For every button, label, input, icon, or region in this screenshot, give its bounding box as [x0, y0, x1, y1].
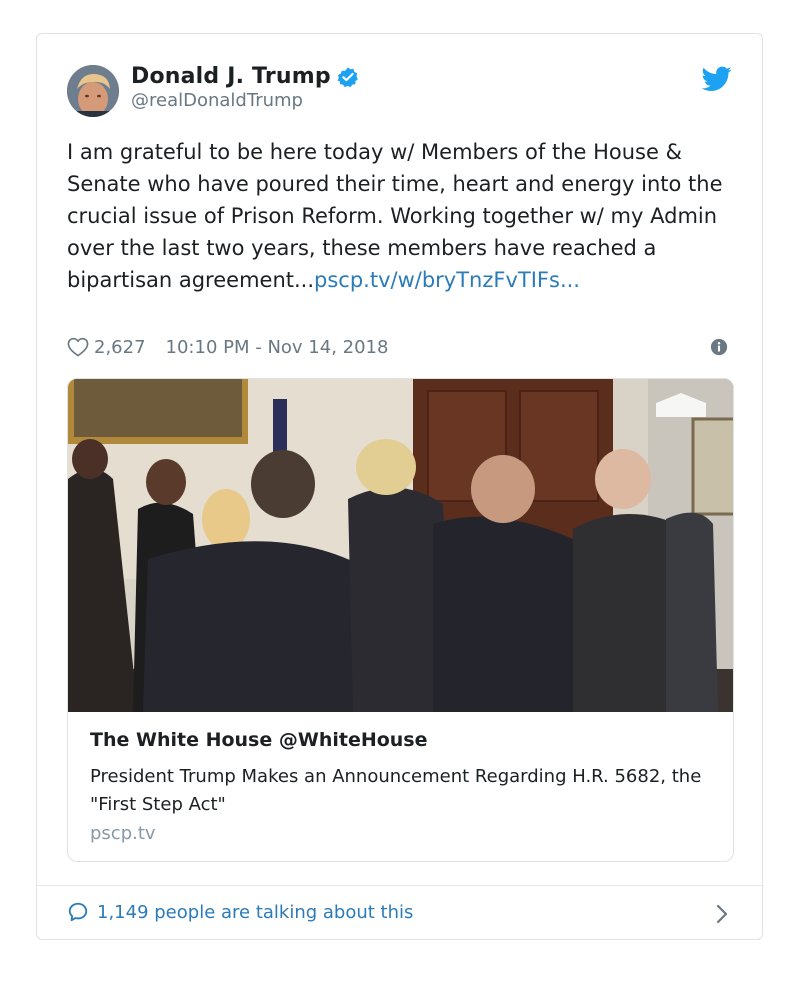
- timestamp[interactable]: 10:10 PM - Nov 14, 2018: [166, 337, 389, 358]
- verified-badge-icon: [337, 66, 358, 87]
- preview-description[interactable]: President Trump Makes an Announcement Re…: [90, 763, 710, 819]
- preview-image[interactable]: [68, 379, 733, 712]
- preview-domain[interactable]: pscp.tv: [90, 823, 156, 844]
- avatar[interactable]: [67, 65, 119, 117]
- embedded-tweet-card: Donald J. Trump @realDonaldTrump I am gr…: [36, 33, 763, 940]
- author-handle[interactable]: @realDonaldTrump: [131, 90, 359, 111]
- info-icon[interactable]: [710, 338, 728, 356]
- like-count[interactable]: 2,627: [94, 337, 146, 358]
- author-block[interactable]: Donald J. Trump @realDonaldTrump: [131, 64, 359, 111]
- tweet-text: I am grateful to be here today w/ Member…: [67, 136, 747, 296]
- conversation-link[interactable]: 1,149 people are talking about this: [67, 901, 413, 923]
- heart-icon[interactable]: [67, 337, 89, 357]
- author-name[interactable]: Donald J. Trump: [131, 64, 331, 89]
- link-preview-card[interactable]: The White House @WhiteHouse President Tr…: [67, 378, 734, 862]
- preview-author-line[interactable]: The White House @WhiteHouse: [90, 729, 428, 751]
- chevron-right-icon[interactable]: [716, 904, 728, 924]
- tweet-header: Donald J. Trump @realDonaldTrump: [67, 62, 732, 122]
- conversation-count[interactable]: 1,149 people are talking about this: [97, 902, 413, 923]
- twitter-bird-icon[interactable]: [702, 66, 732, 92]
- tweet-link[interactable]: pscp.tv/w/bryTnzFvTIFs...: [314, 268, 580, 292]
- tweet-meta: 2,627 10:10 PM - Nov 14, 2018: [67, 334, 732, 360]
- conversation-footer[interactable]: 1,149 people are talking about this: [37, 885, 762, 941]
- speech-bubble-icon: [68, 902, 88, 922]
